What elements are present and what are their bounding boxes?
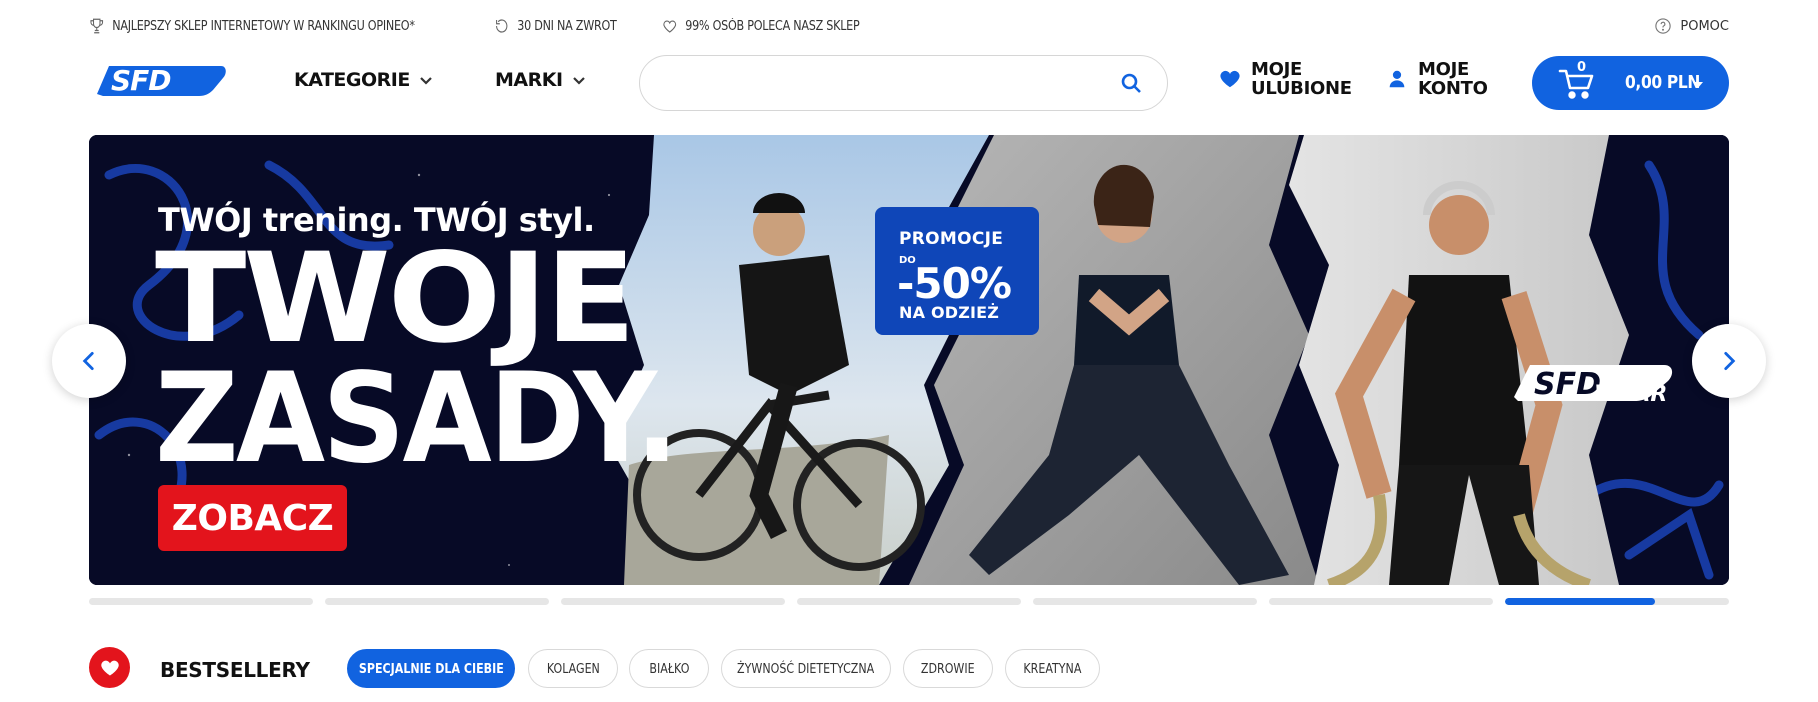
promo-line2: NA ODZIEŻ [899, 303, 1000, 322]
wear-logo-text: SFD [1534, 367, 1601, 402]
chevron-left-icon [82, 352, 94, 370]
topbar-recommend-label: 99% OSÓB POLECA NASZ SKLEP [685, 18, 860, 34]
bestseller-tab[interactable]: KREATYNA [1005, 649, 1100, 688]
heart-outline-icon [663, 20, 677, 33]
sfd-logo[interactable]: SFD [91, 60, 227, 100]
bestseller-tab-label: ŻYWNOŚĆ DIETETYCZNA [737, 660, 875, 677]
bestseller-tab[interactable]: ŻYWNOŚĆ DIETETYCZNA [721, 649, 891, 688]
topbar-return-label: 30 DNI NA ZWROT [516, 18, 617, 34]
top-info-bar: NAJLEPSZY SKLEP INTERNETOWY W RANKINGU O… [89, 14, 1729, 38]
nav-marki[interactable]: MARKI [495, 69, 587, 91]
cart-count: 0 [1577, 60, 1587, 75]
svg-text:SFD: SFD [111, 64, 171, 97]
slider-dot[interactable] [797, 598, 1021, 605]
slider-dot[interactable] [89, 598, 313, 605]
help-link[interactable]: POMOC [1654, 14, 1729, 38]
hero-banner[interactable]: TWÓJ trening. TWÓJ styl. TWOJE ZASADY. Z… [89, 135, 1729, 585]
bestseller-tab-label: SPECJALNIE DLA CIEBIE [358, 660, 504, 677]
search-input[interactable] [662, 56, 1102, 110]
promo-value: -50% [897, 259, 1012, 308]
favorites-link[interactable]: MOJE ULUBIONE [1219, 60, 1361, 98]
slider-dot[interactable] [1505, 598, 1729, 605]
bestsellers-badge [89, 647, 130, 688]
main-header: SFD KATEGORIE MARKI MOJE ULUBIONE MOJE K… [89, 54, 1729, 111]
search-icon[interactable] [1119, 71, 1143, 95]
hero-headline-line2: ZASADY. [155, 347, 679, 491]
promo-line1: PROMOCJE [899, 229, 1004, 249]
bestsellers-section: BESTSELLERY SPECJALNIE DLA CIEBIE KOLAGEN… [89, 647, 1729, 689]
chevron-down-icon [572, 77, 585, 85]
nav-marki-label: MARKI [495, 69, 563, 91]
cart-icon [1558, 69, 1594, 99]
bestseller-tab-label: BIAŁKO [648, 660, 690, 677]
nav-kategorie[interactable]: KATEGORIE [294, 69, 434, 91]
bestseller-tab-label: KOLAGEN [546, 660, 600, 677]
bestseller-tab[interactable]: BIAŁKO [629, 649, 709, 688]
return-icon [495, 19, 508, 33]
topbar-item-ranking[interactable]: NAJLEPSZY SKLEP INTERNETOWY W RANKINGU O… [89, 17, 415, 35]
help-label: POMOC [1680, 18, 1729, 34]
topbar-item-return[interactable]: 30 DNI NA ZWROT [494, 17, 617, 35]
account-link[interactable]: MOJE KONTO [1386, 60, 1528, 98]
slider-dot[interactable] [1269, 598, 1493, 605]
slider-prev-button[interactable] [52, 324, 126, 398]
bestseller-tab-label: ZDROWIE [921, 660, 975, 677]
bestsellers-title: BESTSELLERY [160, 658, 310, 682]
wear-label: WEAR [1594, 382, 1668, 407]
promo-badge: PROMOCJE DO -50% NA ODZIEŻ [875, 207, 1039, 335]
topbar-item-recommend[interactable]: 99% OSÓB POLECA NASZ SKLEP [662, 17, 860, 35]
user-icon [1389, 70, 1405, 88]
slider-dot[interactable] [325, 598, 549, 605]
hero-headline-line1: TWOJE [155, 227, 636, 371]
account-label: MOJE KONTO [1418, 59, 1488, 99]
slider-dot-progress [1505, 598, 1656, 605]
chevron-right-icon [1724, 352, 1736, 370]
slider-next-button[interactable] [1692, 324, 1766, 398]
slider-dot[interactable] [1033, 598, 1257, 605]
trophy-icon [90, 18, 104, 34]
nav-kategorie-label: KATEGORIE [294, 69, 410, 91]
chevron-down-icon [420, 77, 432, 85]
caret-down-icon [1693, 82, 1703, 88]
search-box [639, 55, 1168, 111]
bestseller-tab[interactable]: SPECJALNIE DLA CIEBIE [347, 649, 515, 688]
hero-cta-button[interactable]: ZOBACZ [158, 485, 347, 551]
cart-amount: 0,00 PLN [1625, 72, 1701, 93]
slider-dot[interactable] [561, 598, 785, 605]
heart-icon [1220, 70, 1240, 88]
heart-icon [100, 660, 119, 675]
topbar-ranking-label: NAJLEPSZY SKLEP INTERNETOWY W RANKINGU O… [112, 18, 415, 34]
help-icon [1655, 18, 1672, 34]
bestseller-tab-label: KREATYNA [1023, 660, 1082, 677]
bestseller-tab[interactable]: KOLAGEN [528, 649, 618, 688]
bestseller-tab[interactable]: ZDROWIE [903, 649, 993, 688]
slider-progress [89, 598, 1729, 606]
favorites-label: MOJE ULUBIONE [1251, 59, 1352, 99]
cart-button[interactable]: 0 0,00 PLN [1532, 56, 1729, 110]
